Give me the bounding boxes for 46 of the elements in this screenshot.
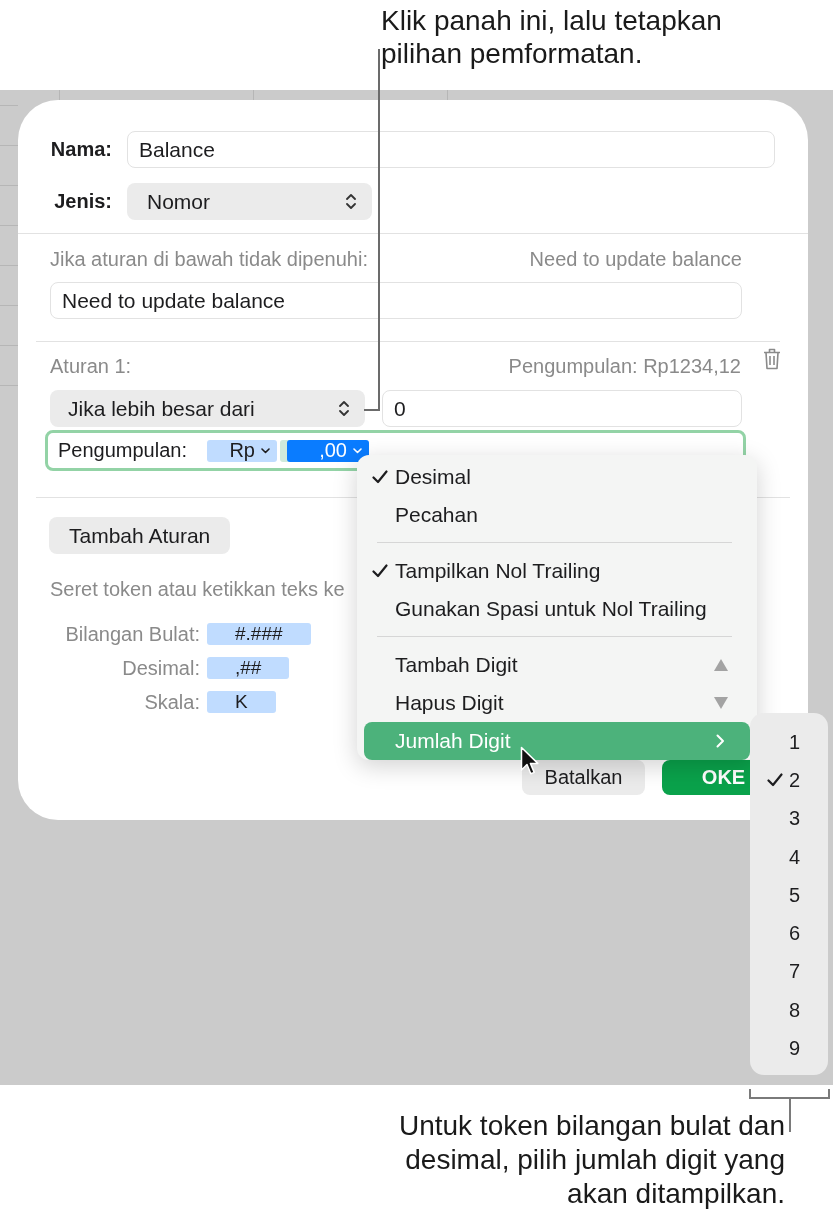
rule-title: Aturan 1: [50, 354, 132, 378]
field-label: Jenis: [53, 190, 112, 213]
menu-item[interactable]: Hapus Digit [364, 684, 750, 722]
field-label: Nama: [49, 138, 112, 161]
add-rule-button[interactable]: Tambah Aturan [49, 517, 231, 554]
trash-icon[interactable] [763, 348, 781, 370]
preview-text: Need to update balance [529, 247, 742, 271]
triangle-up-icon [714, 659, 728, 671]
pointer-cursor-icon [520, 746, 540, 776]
token-label: Desimal: [121, 656, 200, 680]
token-label: Skala: [143, 690, 200, 714]
menu-item[interactable]: Tambah Digit [364, 646, 750, 684]
name-input[interactable]: Balance [127, 131, 775, 168]
value-input[interactable]: 0 [382, 390, 742, 427]
format-label: Pengumpulan: [58, 439, 188, 462]
submenu-item[interactable]: 6 [750, 914, 828, 953]
submenu-item[interactable]: 5 [750, 876, 828, 915]
menu-item[interactable]: Pecahan [364, 496, 750, 534]
submenu-item[interactable]: 1 [750, 723, 828, 762]
menu-item[interactable]: Tampilkan Nol Trailing [364, 552, 750, 590]
cancel-button[interactable]: Batalkan [522, 760, 645, 795]
callout-text: Klik panah ini, lalu tetapkan pilihan pemformatan. [381, 4, 723, 70]
submenu-item[interactable]: 8 [750, 991, 828, 1030]
chevron-updown-icon [339, 400, 349, 417]
submenu-item[interactable]: 4 [750, 837, 828, 877]
condition-label: Jika aturan di bawah tidak dipenuhi: [50, 247, 368, 271]
preview-text: Pengumpulan: Rp1234,12 [508, 354, 741, 378]
format-token[interactable]: Rp [207, 439, 277, 462]
condition-select[interactable]: Jika lebih besar dari [50, 390, 365, 427]
triangle-down-icon [714, 697, 728, 709]
format-token[interactable]: ,## [207, 657, 290, 679]
submenu-item[interactable]: 3 [750, 799, 828, 838]
chevron-down-icon [261, 447, 270, 454]
fallback-input[interactable]: Need to update balance [50, 282, 742, 319]
format-token[interactable]: K [207, 691, 276, 713]
hint-text: Seret token atau ketikkan teks ke [50, 577, 345, 601]
format-token[interactable]: #.### [207, 623, 311, 645]
type-select[interactable]: Nomor [127, 183, 372, 220]
submenu-item[interactable]: 9 [750, 1029, 828, 1068]
menu-item[interactable]: Gunakan Spasi untuk Nol Trailing [364, 590, 750, 628]
callout-text: Untuk token bilangan bulat dan desimal, pilih jumlah digit yang akan ditampilkan. [397, 1109, 785, 1211]
chevron-updown-icon [346, 193, 356, 210]
chevron-down-icon [353, 447, 362, 454]
submenu-item[interactable]: 7 [750, 952, 828, 992]
chevron-right-icon [716, 734, 725, 748]
token-label: Bilangan Bulat: [64, 622, 200, 646]
